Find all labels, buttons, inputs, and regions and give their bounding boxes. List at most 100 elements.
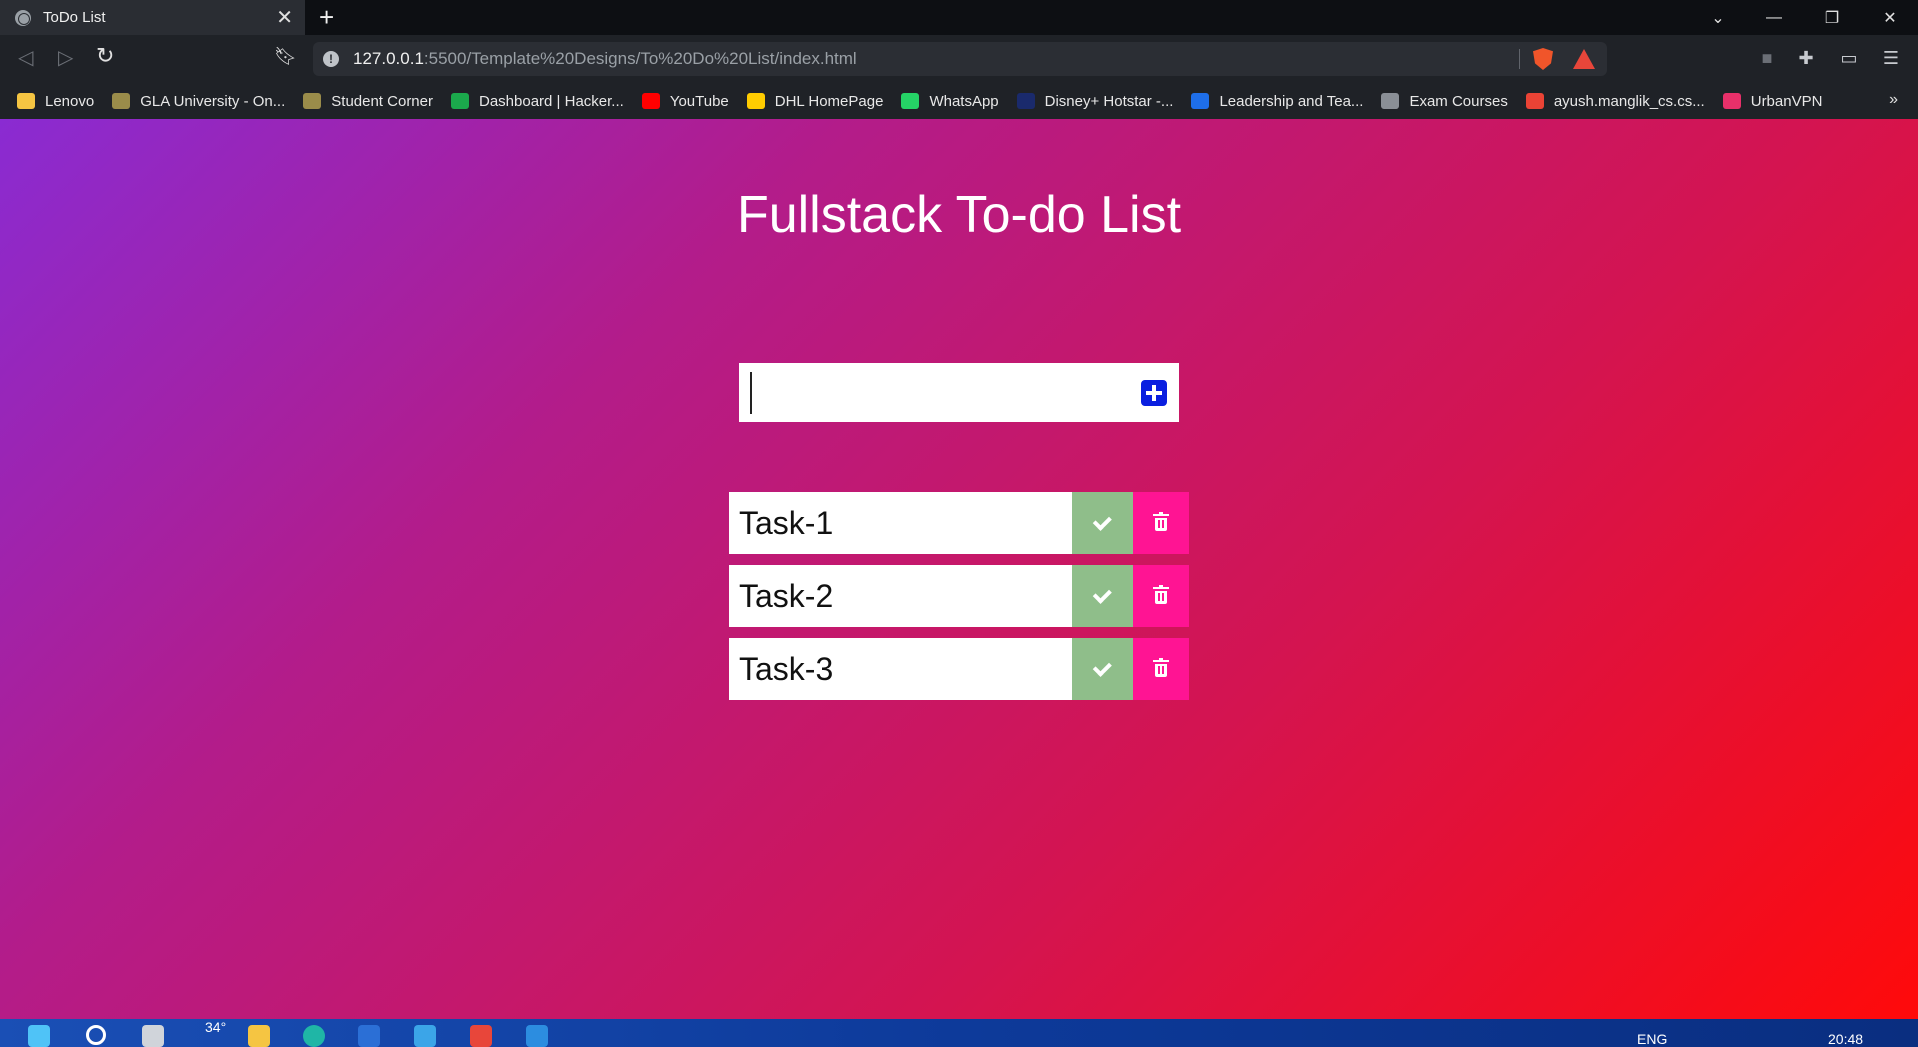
weather-temp[interactable]: 34° xyxy=(205,1019,226,1035)
task-text: Task-3 xyxy=(729,638,1072,700)
bookmark-item[interactable]: Leadership and Tea... xyxy=(1191,93,1363,110)
restore-button[interactable]: ❐ xyxy=(1804,0,1860,35)
edge-icon[interactable] xyxy=(303,1025,325,1047)
check-icon xyxy=(1092,511,1112,531)
start-icon[interactable] xyxy=(28,1025,50,1047)
task-input[interactable] xyxy=(750,371,1141,414)
store-icon[interactable] xyxy=(358,1025,380,1047)
task-item: Task-2 xyxy=(729,565,1189,627)
trash-icon xyxy=(1153,585,1169,604)
bookmark-label: ayush.manglik_cs.cs... xyxy=(1553,92,1705,110)
folder-icon xyxy=(17,93,35,109)
bookmark-item[interactable]: Student Corner xyxy=(303,93,433,110)
bookmark-label: WhatsApp xyxy=(929,92,999,110)
new-tab-button[interactable]: + xyxy=(319,2,334,32)
bookmark-label: Student Corner xyxy=(331,92,433,110)
check-icon xyxy=(1092,584,1112,604)
tab-title: ToDo List xyxy=(43,9,106,26)
bookmark-label: Lenovo xyxy=(45,92,95,110)
task-text: Task-2 xyxy=(729,565,1072,627)
todo-page: Fullstack To-do List Task-1 Task-2 Task-3 xyxy=(0,119,1918,1019)
add-task-button[interactable] xyxy=(1141,379,1167,406)
youtube-icon xyxy=(641,93,660,109)
extensions-icon[interactable]: ✚ xyxy=(1795,47,1817,69)
reload-icon[interactable]: ↻ xyxy=(96,43,114,69)
brave-rewards-icon[interactable] xyxy=(1573,49,1595,69)
menu-icon[interactable]: ☰ xyxy=(1880,47,1902,69)
check-icon xyxy=(1092,657,1112,677)
bookmark-item[interactable]: GLA University - On... xyxy=(112,93,285,110)
complete-task-button[interactable] xyxy=(1072,638,1133,700)
bookmark-label: Leadership and Tea... xyxy=(1219,92,1364,110)
leo-ai-icon[interactable]: ■ xyxy=(1756,47,1778,69)
search-icon[interactable] xyxy=(86,1025,106,1045)
bookmark-item[interactable]: Lenovo xyxy=(17,93,94,110)
bookmarks-more-icon[interactable]: » xyxy=(1889,91,1898,109)
page-title: Fullstack To-do List xyxy=(736,186,1182,244)
gla-icon xyxy=(303,93,322,109)
address-bar[interactable]: ! 127.0.0.1:5500/Template%20Designs/To%2… xyxy=(313,42,1607,76)
bookmark-label: GLA University - On... xyxy=(140,92,286,110)
hackerrank-icon xyxy=(451,93,469,109)
site-info-icon[interactable]: ! xyxy=(323,51,339,67)
bookmark-label: Disney+ Hotstar -... xyxy=(1044,92,1174,110)
gla-icon xyxy=(112,93,131,109)
bookmark-item[interactable]: UrbanVPN xyxy=(1722,92,1823,110)
bookmarks-bar: Lenovo GLA University - On... Student Corn… xyxy=(0,83,1918,119)
windows-taskbar: 34° ENG 20:48 xyxy=(0,1019,1918,1047)
trash-icon xyxy=(1153,512,1169,531)
urbanvpn-icon xyxy=(1722,93,1741,109)
wallet-icon[interactable]: ▭ xyxy=(1838,47,1860,69)
bookmark-label: YouTube xyxy=(669,92,729,110)
url-text[interactable]: 127.0.0.1:5500/Template%20Designs/To%20D… xyxy=(353,49,857,69)
forward-icon[interactable]: ▷ xyxy=(58,45,73,70)
globe-icon xyxy=(1381,93,1400,109)
hotstar-icon xyxy=(1016,93,1035,109)
whatsapp-icon xyxy=(901,93,920,109)
s-icon xyxy=(1191,93,1210,109)
task-view-icon[interactable] xyxy=(142,1025,164,1047)
back-icon[interactable]: ◁ xyxy=(18,45,33,70)
browser-toolbar: ◁ ▷ ↻ 🔖︎ ! 127.0.0.1:5500/Template%20Des… xyxy=(0,35,1918,83)
vscode-icon[interactable] xyxy=(526,1025,548,1047)
bookmark-item[interactable]: YouTube xyxy=(641,92,729,110)
complete-task-button[interactable] xyxy=(1072,565,1133,627)
bookmark-item[interactable]: Disney+ Hotstar -... xyxy=(1016,92,1174,110)
bookmark-label: Dashboard | Hacker... xyxy=(479,92,624,110)
app-icon[interactable] xyxy=(414,1025,436,1047)
bookmark-label: DHL HomePage xyxy=(774,92,884,110)
complete-task-button[interactable] xyxy=(1072,492,1133,554)
bookmark-item[interactable]: Exam Courses xyxy=(1381,92,1508,110)
url-divider xyxy=(1519,49,1520,69)
language-indicator[interactable]: ENG xyxy=(1637,1031,1667,1047)
bookmark-item[interactable]: ayush.manglik_cs.cs... xyxy=(1525,92,1705,110)
delete-task-button[interactable] xyxy=(1133,565,1189,627)
bookmark-item[interactable]: WhatsApp xyxy=(901,92,999,110)
task-item: Task-3 xyxy=(729,638,1189,700)
delete-task-button[interactable] xyxy=(1133,638,1189,700)
bookmark-label: UrbanVPN xyxy=(1750,92,1823,110)
browser-tab[interactable]: ToDo List ✕ xyxy=(0,0,305,35)
dhl-icon xyxy=(746,93,765,109)
globe-icon xyxy=(15,9,31,26)
add-task-form xyxy=(739,363,1179,422)
trash-icon xyxy=(1153,658,1169,677)
bookmark-label: Exam Courses xyxy=(1409,92,1508,110)
task-text: Task-1 xyxy=(729,492,1072,554)
brave-icon[interactable] xyxy=(470,1025,492,1047)
task-list: Task-1 Task-2 Task-3 xyxy=(729,492,1189,711)
file-explorer-icon[interactable] xyxy=(248,1025,270,1047)
brave-shield-icon[interactable] xyxy=(1533,48,1553,70)
bookmark-item[interactable]: Dashboard | Hacker... xyxy=(451,93,624,110)
close-window-button[interactable]: ✕ xyxy=(1862,0,1918,35)
minimize-button[interactable]: — xyxy=(1746,0,1802,35)
tab-search-icon[interactable]: ⌄ xyxy=(1690,0,1746,35)
task-item: Task-1 xyxy=(729,492,1189,554)
bookmark-item[interactable]: DHL HomePage xyxy=(746,92,884,110)
gmail-icon xyxy=(1525,93,1544,109)
tab-strip: ToDo List ✕ + ⌄ — ❐ ✕ xyxy=(0,0,1918,35)
delete-task-button[interactable] xyxy=(1133,492,1189,554)
clock-time[interactable]: 20:48 xyxy=(1828,1031,1863,1047)
bookmark-icon[interactable]: 🔖︎ xyxy=(274,46,297,67)
tab-close-icon[interactable]: ✕ xyxy=(276,5,293,30)
